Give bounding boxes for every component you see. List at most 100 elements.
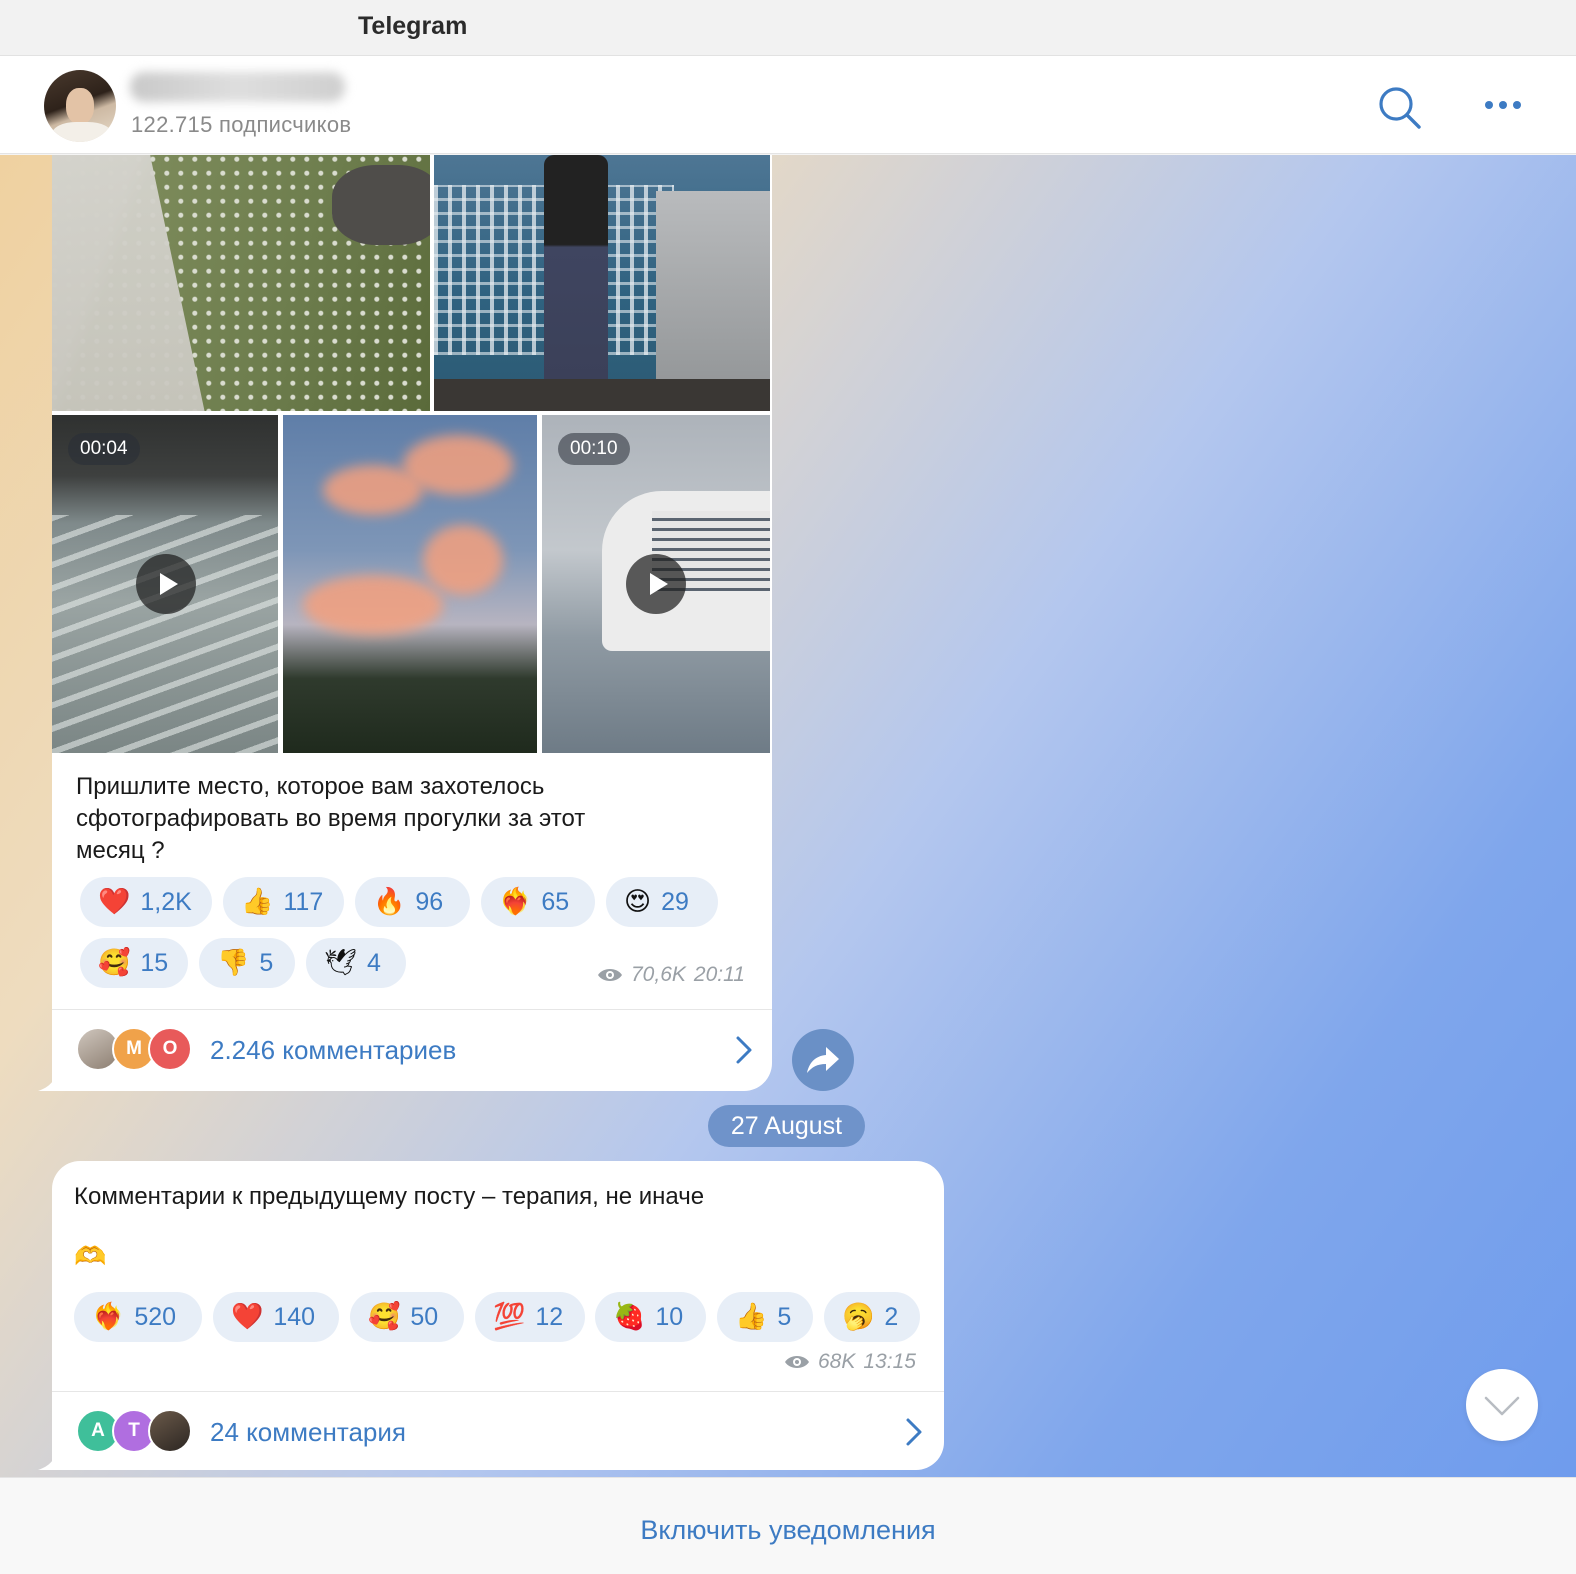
reaction-emoji: 👎 [217,948,250,978]
chevron-right-icon [906,1418,922,1446]
reaction-yawn[interactable]: 🥱 2 [824,1292,920,1342]
play-icon[interactable] [136,554,196,614]
commenter-avatar: О [148,1027,192,1071]
post-text-line: Пришлите место, которое вам захотелось [76,773,545,800]
commenter-avatar [148,1409,192,1453]
media-photo[interactable] [52,155,430,411]
reaction-thumbs-up[interactable]: 👍 5 [717,1292,813,1342]
reaction-heart[interactable]: ❤️ 1,2K [80,877,212,927]
media-photo[interactable] [283,415,537,753]
reaction-heart-on-fire[interactable]: ❤️‍🔥 65 [481,877,595,927]
channel-footer: Включить уведомления [0,1477,1576,1574]
reaction-count: 12 [535,1302,564,1331]
comments-count: 24 комментария [210,1416,406,1447]
play-icon[interactable] [626,554,686,614]
reaction-smiling-hearts[interactable]: 🥰 50 [350,1292,464,1342]
chevron-right-icon [736,1036,752,1064]
reaction-strawberry[interactable]: 🍓 10 [595,1292,706,1342]
post-bubble: 00:04 00:10 Пришлите место, которое вам … [52,155,772,1091]
bubble-tail [38,1448,60,1470]
reaction-emoji: 🥰 [98,948,131,978]
date-separator: 27 August [708,1105,865,1147]
subscriber-count: 122.715 подписчиков [131,112,352,137]
reaction-emoji: 🍓 [613,1302,646,1332]
video-duration: 00:04 [68,433,140,465]
comments-link[interactable]: А Т 24 комментария [76,1407,936,1457]
channel-header[interactable]: 122.715 подписчиков [0,56,1576,154]
reaction-heart-eyes[interactable]: 😍 29 [606,877,718,927]
post-text: Пришлите место, которое вам захотелось с… [76,771,756,867]
reaction-count: 65 [541,887,570,916]
reaction-dove[interactable]: 🕊 4 [306,938,406,988]
reaction-count: 10 [655,1302,684,1331]
reaction-emoji: 👍 [241,887,274,917]
reaction-hundred[interactable]: 💯 12 [475,1292,585,1342]
post-time: 13:15 [863,1350,916,1373]
reaction-thumbs-down[interactable]: 👎 5 [199,938,295,988]
post-text-line: месяц ? [76,837,165,864]
post-text: Комментарии к предыдущему посту – терапи… [74,1183,705,1210]
scroll-to-bottom-button[interactable] [1466,1369,1538,1441]
post-meta: 70,6K 20:11 [597,963,745,987]
chat-history[interactable]: 00:04 00:10 Пришлите место, которое вам … [0,155,1576,1477]
reaction-count: 5 [259,948,274,977]
enable-notifications-button[interactable]: Включить уведомления [0,1478,1576,1574]
bubble-tail [38,1069,60,1091]
reaction-heart[interactable]: ❤️ 140 [213,1292,339,1342]
eye-icon [598,969,622,981]
post-time: 20:11 [693,963,745,986]
media-video[interactable]: 00:10 [542,415,770,753]
media-video[interactable]: 00:04 [52,415,278,753]
post-text-line: сфотографировать во время прогулки за эт… [76,805,586,832]
reaction-count: 117 [283,887,324,916]
comment-avatars: А Т [76,1409,196,1455]
comments-link[interactable]: М О 2.246 комментариев [76,1025,766,1075]
reaction-emoji: 👍 [735,1302,768,1332]
reaction-emoji: 🔥 [373,887,406,917]
app-title: Telegram [358,12,468,40]
eye-icon [785,1356,809,1368]
reaction-count: 15 [140,948,169,977]
reaction-heart-on-fire[interactable]: ❤️‍🔥 520 [74,1292,202,1342]
reaction-count: 140 [273,1302,316,1331]
share-button[interactable] [792,1029,854,1091]
chevron-down-icon [1484,1396,1520,1416]
more-icon[interactable] [1480,92,1526,118]
reaction-count: 520 [134,1302,177,1331]
reaction-emoji: 🕊 [324,948,358,978]
search-icon[interactable] [1376,84,1422,130]
reaction-count: 2 [884,1302,899,1331]
post-text-emoji: 🫶 [74,1242,107,1272]
channel-name-blurred[interactable] [130,72,345,102]
reaction-count: 1,2K [140,887,192,916]
reaction-thumbs-up[interactable]: 👍 117 [223,877,344,927]
reaction-count: 5 [777,1302,792,1331]
reaction-emoji: ❤️‍🔥 [92,1302,125,1332]
reaction-emoji: 😍 [624,887,652,917]
reaction-emoji: 🥰 [368,1302,401,1332]
comments-count: 2.246 комментариев [210,1034,457,1065]
divider [52,1391,944,1392]
media-photo[interactable] [434,155,770,411]
video-duration: 00:10 [558,433,630,465]
comment-avatars: М О [76,1027,196,1073]
view-count: 70,6K [631,963,686,986]
reaction-emoji: ❤️ [98,887,131,917]
reaction-smiling-hearts[interactable]: 🥰 15 [80,938,188,988]
divider [52,1009,772,1010]
channel-avatar[interactable] [44,70,116,142]
view-count: 68K [818,1350,856,1373]
reaction-fire[interactable]: 🔥 96 [355,877,470,927]
reaction-count: 4 [367,948,381,977]
share-icon [807,1047,839,1073]
post-meta: 68K 13:15 [784,1350,916,1374]
reaction-emoji: 🥱 [842,1302,875,1332]
reaction-emoji: 💯 [493,1302,526,1332]
reaction-count: 50 [410,1302,439,1331]
reaction-emoji: ❤️ [231,1302,264,1332]
reaction-emoji: ❤️‍🔥 [499,887,532,917]
window-titlebar: Telegram [0,0,1576,56]
post-bubble: Комментарии к предыдущему посту – терапи… [52,1161,944,1470]
reaction-count: 29 [661,887,689,916]
reaction-count: 96 [415,887,444,916]
